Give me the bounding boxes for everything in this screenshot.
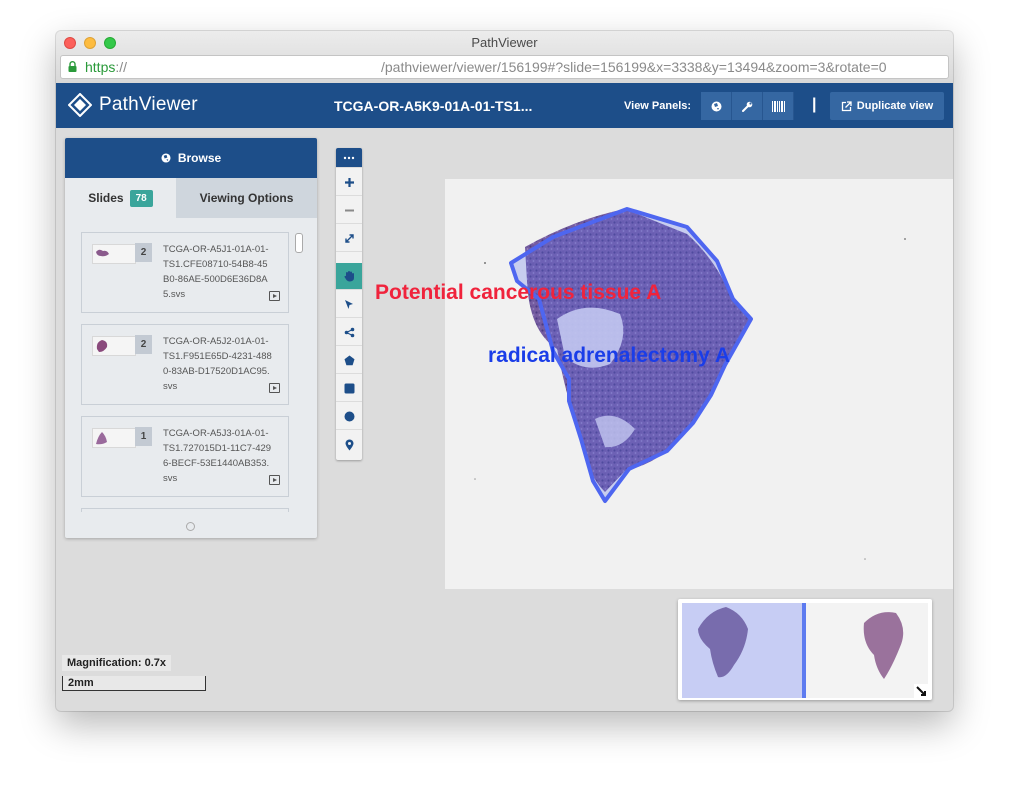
open-slide-icon[interactable] — [269, 475, 280, 485]
slide-count: 2 — [135, 243, 152, 262]
url-scheme-separator: :// — [115, 59, 128, 75]
duplicate-view-button[interactable]: Duplicate view — [830, 92, 944, 120]
address-bar[interactable]: https:// /pathviewer/viewer/156199#?slid… — [60, 55, 949, 79]
url-path: /pathviewer/viewer/156199#?slide=156199&… — [381, 59, 887, 75]
marker-tool-button[interactable] — [336, 431, 362, 458]
overview-navigator[interactable] — [678, 599, 932, 700]
fullscreen-button[interactable] — [336, 225, 362, 252]
barcode-panel-button[interactable] — [763, 92, 794, 120]
open-slide-icon[interactable] — [269, 383, 280, 393]
external-link-icon — [841, 100, 852, 111]
select-arrow-icon — [345, 299, 353, 309]
duplicate-view-label: Duplicate view — [856, 100, 934, 112]
tissue-slide-image — [474, 207, 906, 560]
slide-list-scrollbar[interactable] — [294, 232, 304, 512]
browse-title: Browse — [177, 151, 222, 165]
pathviewer-logo-icon — [68, 93, 92, 117]
slide-viewer-canvas[interactable] — [445, 179, 953, 589]
list-item[interactable] — [81, 508, 289, 512]
annotation-toolbar — [336, 148, 362, 460]
globe-icon — [711, 101, 721, 111]
navbar-separator: | — [812, 96, 817, 113]
browser-window: PathViewer https:// /pathviewer/viewer/1… — [56, 31, 953, 711]
rectangle-tool-button[interactable] — [336, 375, 362, 402]
list-item[interactable]: 1 TCGA-OR-A5J3-01A-01-TS1.727015D1-11C7-… — [81, 416, 289, 497]
open-slide-icon[interactable] — [269, 291, 280, 301]
polygon-tool-button[interactable] — [336, 347, 362, 374]
slide-count: 2 — [135, 335, 152, 354]
zoom-out-icon — [344, 209, 354, 211]
url-scheme: https:// — [85, 59, 127, 75]
slide-thumbnail — [92, 428, 136, 448]
browse-panel-button[interactable] — [701, 92, 732, 120]
toolbar-menu-button[interactable] — [336, 148, 362, 168]
scale-bar: 2mm — [62, 676, 206, 691]
zoom-in-button[interactable] — [336, 169, 362, 196]
tab-slides-label: Slides — [88, 191, 124, 205]
share-icon — [344, 327, 354, 337]
tools-panel-button[interactable] — [732, 92, 763, 120]
window-title: PathViewer — [471, 35, 538, 50]
circle-icon — [344, 411, 354, 421]
pan-tool-button[interactable] — [336, 263, 362, 290]
title-bar: PathViewer https:// /pathviewer/viewer/1… — [56, 31, 953, 84]
circle-tool-button[interactable] — [336, 403, 362, 430]
zoom-in-icon — [344, 177, 354, 187]
slide-filename: TCGA-OR-A5J1-01A-01-TS1.CFE08710-54B8-45… — [163, 244, 269, 300]
url-scheme-secure: https — [85, 59, 116, 75]
slide-count: 1 — [135, 427, 152, 446]
slides-count-badge: 78 — [129, 189, 153, 207]
more-icon — [343, 156, 355, 159]
view-panels-group — [701, 92, 794, 120]
overview-thumbnail — [682, 603, 928, 698]
list-item[interactable]: 2 TCGA-OR-A5J1-01A-01-TS1.CFE08710-54B8-… — [81, 232, 289, 313]
slide-list: 2 TCGA-OR-A5J1-01A-01-TS1.CFE08710-54B8-… — [81, 232, 291, 512]
annotation-label-blue[interactable]: radical adrenalectomy A — [488, 344, 730, 368]
marker-icon — [345, 439, 353, 450]
pan-hand-icon — [343, 271, 354, 282]
barcode-icon — [771, 100, 785, 112]
logo-text: PathViewer — [99, 94, 198, 115]
browse-panel: Browse Slides 78 Viewing Options 2 TCGA-… — [65, 138, 317, 538]
app-navbar: PathViewer TCGA-OR-A5K9-01A-01-TS1... Vi… — [56, 83, 953, 128]
lock-icon — [68, 61, 77, 72]
rectangle-icon — [344, 383, 354, 393]
tab-slides[interactable]: Slides 78 — [65, 178, 176, 218]
wrench-icon — [741, 101, 752, 112]
scrollbar-thumb[interactable] — [295, 233, 303, 253]
list-item[interactable]: 2 TCGA-OR-A5J2-01A-01-TS1.F951E65D-4231-… — [81, 324, 289, 405]
share-tool-button[interactable] — [336, 319, 362, 346]
load-more-icon[interactable] — [186, 522, 195, 531]
polygon-icon — [344, 355, 354, 365]
slide-thumbnail — [92, 336, 136, 356]
select-tool-button[interactable] — [336, 291, 362, 318]
globe-icon — [161, 153, 171, 163]
slide-thumbnail — [92, 244, 136, 264]
magnification-label: Magnification: 0.7x — [62, 655, 172, 671]
annotation-label-red[interactable]: Potential cancerous tissue A — [375, 281, 661, 305]
zoom-out-button[interactable] — [336, 197, 362, 224]
slide-filename: TCGA-OR-A5J2-01A-01-TS1.F951E65D-4231-48… — [163, 336, 272, 392]
browse-header: Browse — [65, 138, 317, 178]
tab-viewing-options[interactable]: Viewing Options — [176, 178, 317, 218]
slide-title: TCGA-OR-A5K9-01A-01-TS1... — [334, 98, 533, 114]
slide-filename: TCGA-OR-A5J3-01A-01-TS1.727015D1-11C7-42… — [163, 428, 272, 484]
fullscreen-icon — [344, 233, 354, 243]
view-panels-label: View Panels: — [624, 100, 692, 112]
